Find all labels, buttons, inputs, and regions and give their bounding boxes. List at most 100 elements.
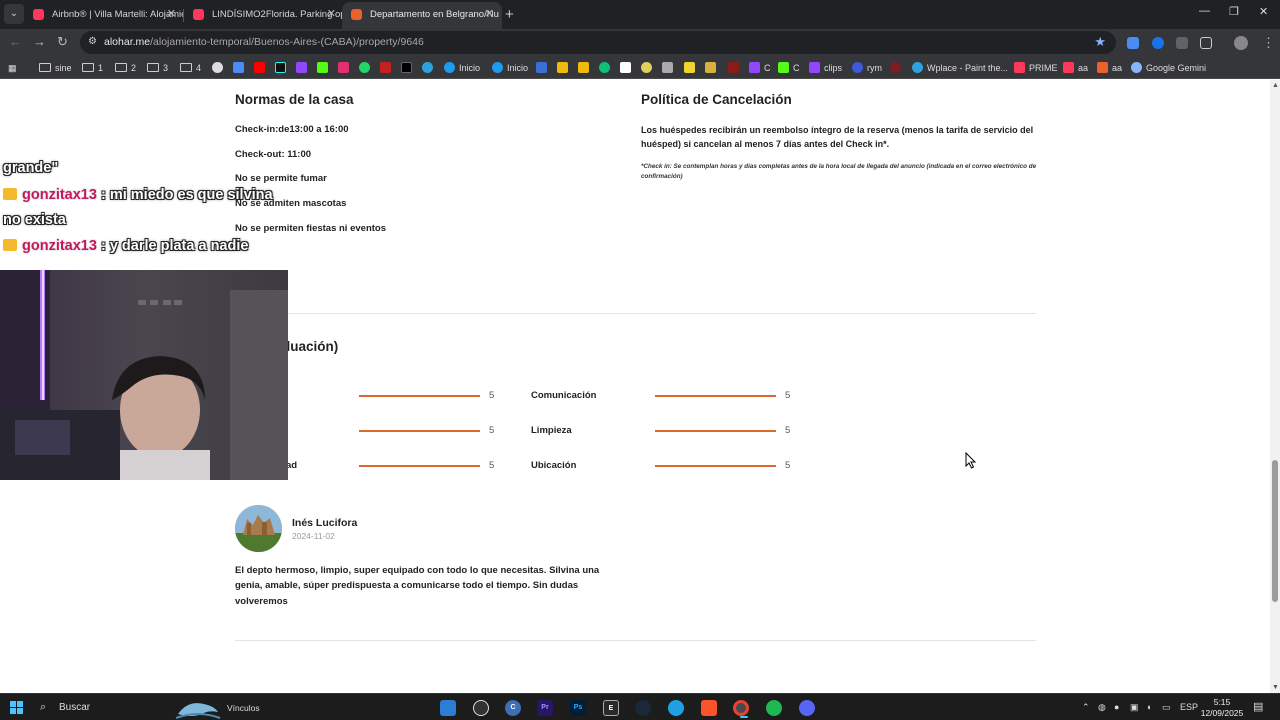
bookmark-b-icon[interactable] — [684, 61, 699, 75]
profile-avatar[interactable] — [1234, 36, 1248, 50]
extensions-puzzle-icon[interactable] — [1200, 37, 1212, 49]
restore-icon[interactable]: ❐ — [1229, 5, 1239, 18]
ccleaner-app-icon[interactable]: C — [505, 700, 521, 716]
tray-overflow-icon[interactable]: ⌃ — [1082, 702, 1090, 713]
bookmark-aa-airbnb[interactable]: aa — [1063, 61, 1088, 75]
tray-network-icon[interactable]: ▭ — [1162, 702, 1171, 713]
tab-search-button[interactable]: ⌄ — [4, 4, 24, 24]
address-bar[interactable]: ⚙ alohar.me/alojamiento-temporal/Buenos-… — [80, 31, 1116, 54]
bookmark-x-icon[interactable] — [401, 61, 416, 75]
tab-departamento-active[interactable]: Departamento en Belgrano/Nu ✕ — [342, 2, 502, 29]
vinculos-toolbar-label[interactable]: Vínculos — [227, 703, 260, 713]
p-extension-icon[interactable] — [1176, 37, 1188, 49]
rating-limpieza-bar — [655, 430, 776, 432]
apps-grid-icon[interactable]: ▦ — [8, 61, 17, 75]
bookmark-aa-alohar[interactable]: aa — [1097, 61, 1122, 75]
bookmark-shell-icon[interactable] — [662, 61, 677, 75]
reload-icon[interactable]: ↻ — [57, 34, 68, 50]
bookmark-folder-1[interactable]: 1 — [82, 61, 103, 75]
bookmark-pencil-icon[interactable] — [536, 61, 551, 75]
tab-lindisimo[interactable]: LINDÍSIMO2Florida. Parking op ✕ — [184, 2, 344, 29]
bookmark-rym[interactable]: rym — [852, 61, 882, 75]
close-tab-icon[interactable]: ✕ — [327, 2, 336, 27]
tray-camera-icon[interactable]: ▣ — [1130, 702, 1139, 713]
language-indicator[interactable]: ESP — [1180, 702, 1198, 712]
bookmark-translate-icon[interactable] — [233, 61, 248, 75]
clock-date: 12/09/2025 — [1200, 708, 1244, 718]
bookmark-tiktok-icon[interactable] — [275, 61, 290, 75]
bookmark-star-icon[interactable]: ★ — [1094, 34, 1106, 50]
tray-controller-icon[interactable]: ◍ — [1098, 702, 1106, 713]
tab-airbnb[interactable]: Airbnb® | Villa Martelli: Alojamie ✕ — [24, 2, 184, 29]
page-scrollbar[interactable]: ▲ ▼ — [1270, 80, 1280, 693]
edge-app-icon[interactable] — [668, 700, 684, 716]
bookmark-inicio-1[interactable]: Inicio — [444, 61, 480, 75]
site-info-icon[interactable]: ⚙ — [88, 36, 100, 48]
tray-volume-icon[interactable]: ◖ — [1146, 702, 1151, 712]
bookmark-wikipedia-icon[interactable] — [212, 61, 227, 75]
bookmark-red-icon[interactable] — [728, 61, 743, 75]
bookmark-binance2-icon[interactable] — [578, 61, 593, 75]
scroll-down-icon[interactable]: ▼ — [1272, 684, 1279, 691]
notifications-icon[interactable]: ▤ — [1253, 700, 1263, 713]
taskbar-search[interactable]: ⌕ Buscar — [32, 695, 222, 720]
premiere-app-icon[interactable]: Pr — [537, 700, 553, 716]
minimize-icon[interactable]: — — [1199, 5, 1210, 17]
rating-bar-fill — [655, 465, 776, 467]
new-tab-button[interactable]: + — [505, 6, 514, 23]
windows-start-icon[interactable] — [10, 701, 23, 714]
chrome-menu-icon[interactable]: ⋮ — [1262, 35, 1275, 51]
webcam-overlay — [0, 270, 288, 480]
obs-app-icon[interactable] — [473, 700, 489, 716]
chat-line: grande" — [3, 160, 59, 176]
bookmark-clips[interactable]: clips — [809, 61, 842, 75]
bookmark-instagram-icon[interactable] — [338, 61, 353, 75]
bookmark-gemini[interactable]: Google Gemini — [1131, 61, 1206, 75]
bookmark-telegram-icon[interactable] — [422, 61, 437, 75]
bookmark-dark-icon[interactable] — [890, 61, 905, 75]
spotify-app-icon[interactable] — [766, 700, 782, 716]
bookmark-oval-icon[interactable] — [641, 61, 656, 75]
bookmark-wplace[interactable]: Wplace - Paint the... — [912, 61, 1008, 75]
browser-tab-bar: ⌄ Airbnb® | Villa Martelli: Alojamie ✕ L… — [0, 0, 1280, 29]
back-arrow-icon[interactable]: ← — [9, 34, 22, 49]
chrome-app-icon[interactable] — [733, 700, 749, 718]
bookmark-whatsapp-icon[interactable] — [359, 61, 374, 75]
bookmark-c-twitch[interactable]: C — [749, 61, 771, 75]
bookmark-kick-icon[interactable] — [317, 61, 332, 75]
bookmark-tree-icon[interactable] — [705, 61, 720, 75]
files-app-icon[interactable] — [440, 700, 456, 716]
bookmark-folder-4[interactable]: 4 — [180, 61, 201, 75]
close-window-icon[interactable]: ✕ — [1259, 5, 1268, 18]
bookmark-binance-icon[interactable] — [557, 61, 572, 75]
bookmark-folder-3[interactable]: 3 — [147, 61, 168, 75]
brave-app-icon[interactable] — [701, 700, 717, 716]
bookmark-youtube-icon[interactable] — [254, 61, 269, 75]
translate-extension-icon[interactable] — [1127, 37, 1139, 49]
bookmark-green-icon[interactable] — [599, 61, 614, 75]
url-text[interactable]: alohar.me/alojamiento-temporal/Buenos-Ai… — [104, 36, 424, 48]
close-tab-icon[interactable]: ✕ — [485, 2, 494, 27]
vpn-extension-icon[interactable] — [1152, 37, 1164, 49]
forward-arrow-icon[interactable]: → — [33, 34, 46, 49]
mouse-cursor-icon — [965, 452, 977, 469]
bookmark-folder-sine[interactable]: sine — [39, 61, 72, 75]
bookmark-inicio-2[interactable]: Inicio — [492, 61, 528, 75]
epic-games-app-icon[interactable]: E — [603, 700, 619, 716]
tray-mic-icon[interactable]: ● — [1114, 702, 1119, 712]
bookmark-a-icon[interactable] — [620, 61, 635, 75]
taskbar-clock[interactable]: 5:15 12/09/2025 — [1200, 697, 1244, 719]
scroll-up-icon[interactable]: ▲ — [1272, 82, 1279, 89]
cancellation-note: *Check in: Se contemplan horas y días co… — [641, 163, 1037, 180]
discord-app-icon[interactable] — [799, 700, 815, 716]
steam-app-icon[interactable] — [635, 700, 651, 716]
close-tab-icon[interactable]: ✕ — [167, 2, 176, 27]
bookmark-twitch-icon[interactable] — [296, 61, 311, 75]
bookmark-folder-2[interactable]: 2 — [115, 61, 136, 75]
photoshop-app-icon[interactable]: Ps — [570, 700, 586, 716]
bookmark-prime[interactable]: PRIME — [1014, 61, 1058, 75]
bookmark-c-kick[interactable]: C — [778, 61, 800, 75]
bookmark-mail-icon[interactable] — [380, 61, 395, 75]
search-highlight-dolphin-icon — [175, 703, 221, 719]
scrollbar-thumb[interactable] — [1272, 460, 1278, 602]
